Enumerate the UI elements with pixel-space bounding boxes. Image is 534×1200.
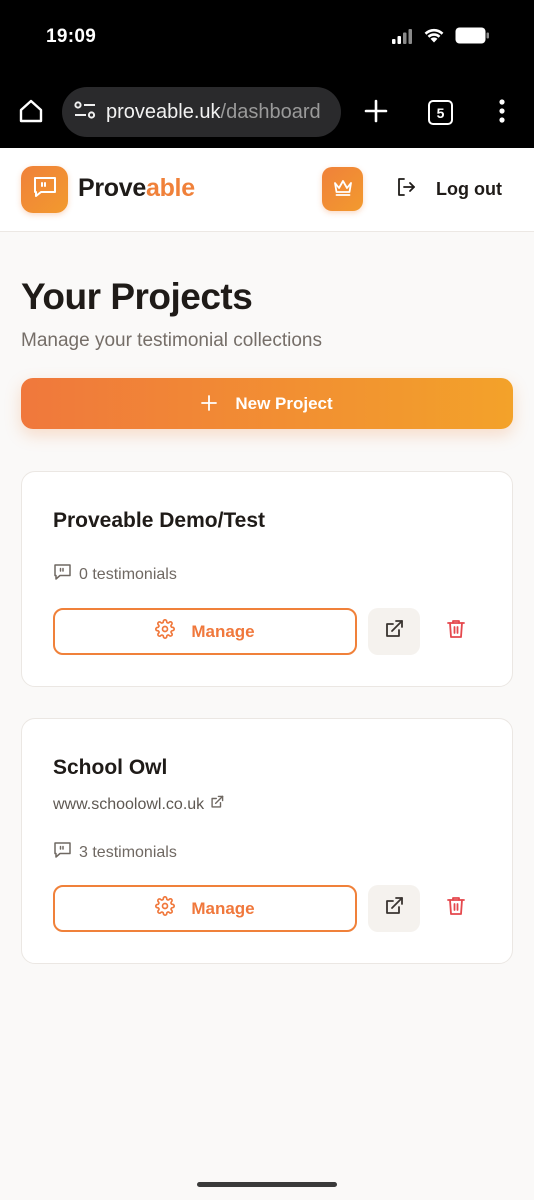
project-card: Proveable Demo/Test 0 testimonials Manag… xyxy=(21,471,513,687)
open-external-button[interactable] xyxy=(368,608,420,655)
logo[interactable] xyxy=(21,166,68,213)
page-subtitle: Manage your testimonial collections xyxy=(21,330,322,351)
open-external-button[interactable] xyxy=(368,885,420,932)
chat-quote-icon xyxy=(53,563,72,586)
gear-icon xyxy=(155,896,176,921)
new-tab-button[interactable] xyxy=(360,97,392,129)
project-url: www.schoolowl.co.uk xyxy=(53,795,205,813)
tab-switcher-button[interactable]: 5 xyxy=(428,100,453,125)
logout-button[interactable]: Log out xyxy=(390,170,508,208)
project-card: School Owl www.schoolowl.co.uk 3 testimo… xyxy=(21,718,513,964)
chat-quote-icon xyxy=(53,841,72,864)
project-url-link[interactable]: www.schoolowl.co.uk xyxy=(53,795,224,814)
external-link-icon xyxy=(384,619,404,644)
testimonial-count: 3 testimonials xyxy=(53,841,177,864)
manage-button[interactable]: Manage xyxy=(53,885,357,932)
manage-label: Manage xyxy=(191,621,255,641)
project-name: School Owl xyxy=(53,756,168,779)
browser-toolbar: proveable.uk/dashboard 5 xyxy=(0,78,534,148)
trash-icon xyxy=(447,896,465,921)
trash-icon xyxy=(447,619,465,644)
app-header: Proveable Log out xyxy=(0,148,534,232)
gear-icon xyxy=(155,619,176,644)
logout-icon xyxy=(396,177,416,202)
browser-menu-button[interactable] xyxy=(490,97,514,129)
manage-label: Manage xyxy=(191,898,255,918)
delete-button[interactable] xyxy=(440,885,472,932)
status-icons xyxy=(391,26,490,50)
manage-button[interactable]: Manage xyxy=(53,608,357,655)
url-text: proveable.uk/dashboard xyxy=(106,101,321,124)
page-title: Your Projects xyxy=(21,276,253,317)
wifi-icon xyxy=(423,27,445,49)
upgrade-button[interactable] xyxy=(322,167,363,211)
crown-icon xyxy=(332,177,354,202)
status-bar: 19:09 xyxy=(0,0,534,78)
project-name: Proveable Demo/Test xyxy=(53,509,266,532)
signal-icon xyxy=(391,28,413,49)
url-host: proveable.uk xyxy=(106,100,221,123)
testimonial-count-label: 0 testimonials xyxy=(79,565,177,583)
brand-name[interactable]: Proveable xyxy=(78,174,195,203)
external-link-icon xyxy=(384,896,404,921)
plus-icon xyxy=(364,99,388,128)
home-indicator[interactable] xyxy=(197,1182,337,1187)
battery-icon xyxy=(455,27,490,49)
plus-icon xyxy=(201,392,218,416)
testimonial-count-label: 3 testimonials xyxy=(79,843,177,861)
brand-name-part2: able xyxy=(145,174,195,202)
address-bar[interactable]: proveable.uk/dashboard xyxy=(62,87,341,137)
status-time: 19:09 xyxy=(46,26,97,47)
new-project-button[interactable]: New Project xyxy=(21,378,513,429)
delete-button[interactable] xyxy=(440,608,472,655)
external-link-icon xyxy=(210,795,224,814)
more-vert-icon xyxy=(499,98,505,128)
logout-label: Log out xyxy=(436,178,502,199)
site-settings-icon[interactable] xyxy=(74,100,96,125)
brand-name-part1: Prove xyxy=(78,174,146,202)
home-icon xyxy=(18,98,44,129)
new-project-label: New Project xyxy=(235,393,333,413)
testimonial-count: 0 testimonials xyxy=(53,563,177,586)
home-button[interactable] xyxy=(15,97,47,129)
chat-quote-icon xyxy=(32,175,58,204)
url-path: /dashboard xyxy=(220,100,321,123)
